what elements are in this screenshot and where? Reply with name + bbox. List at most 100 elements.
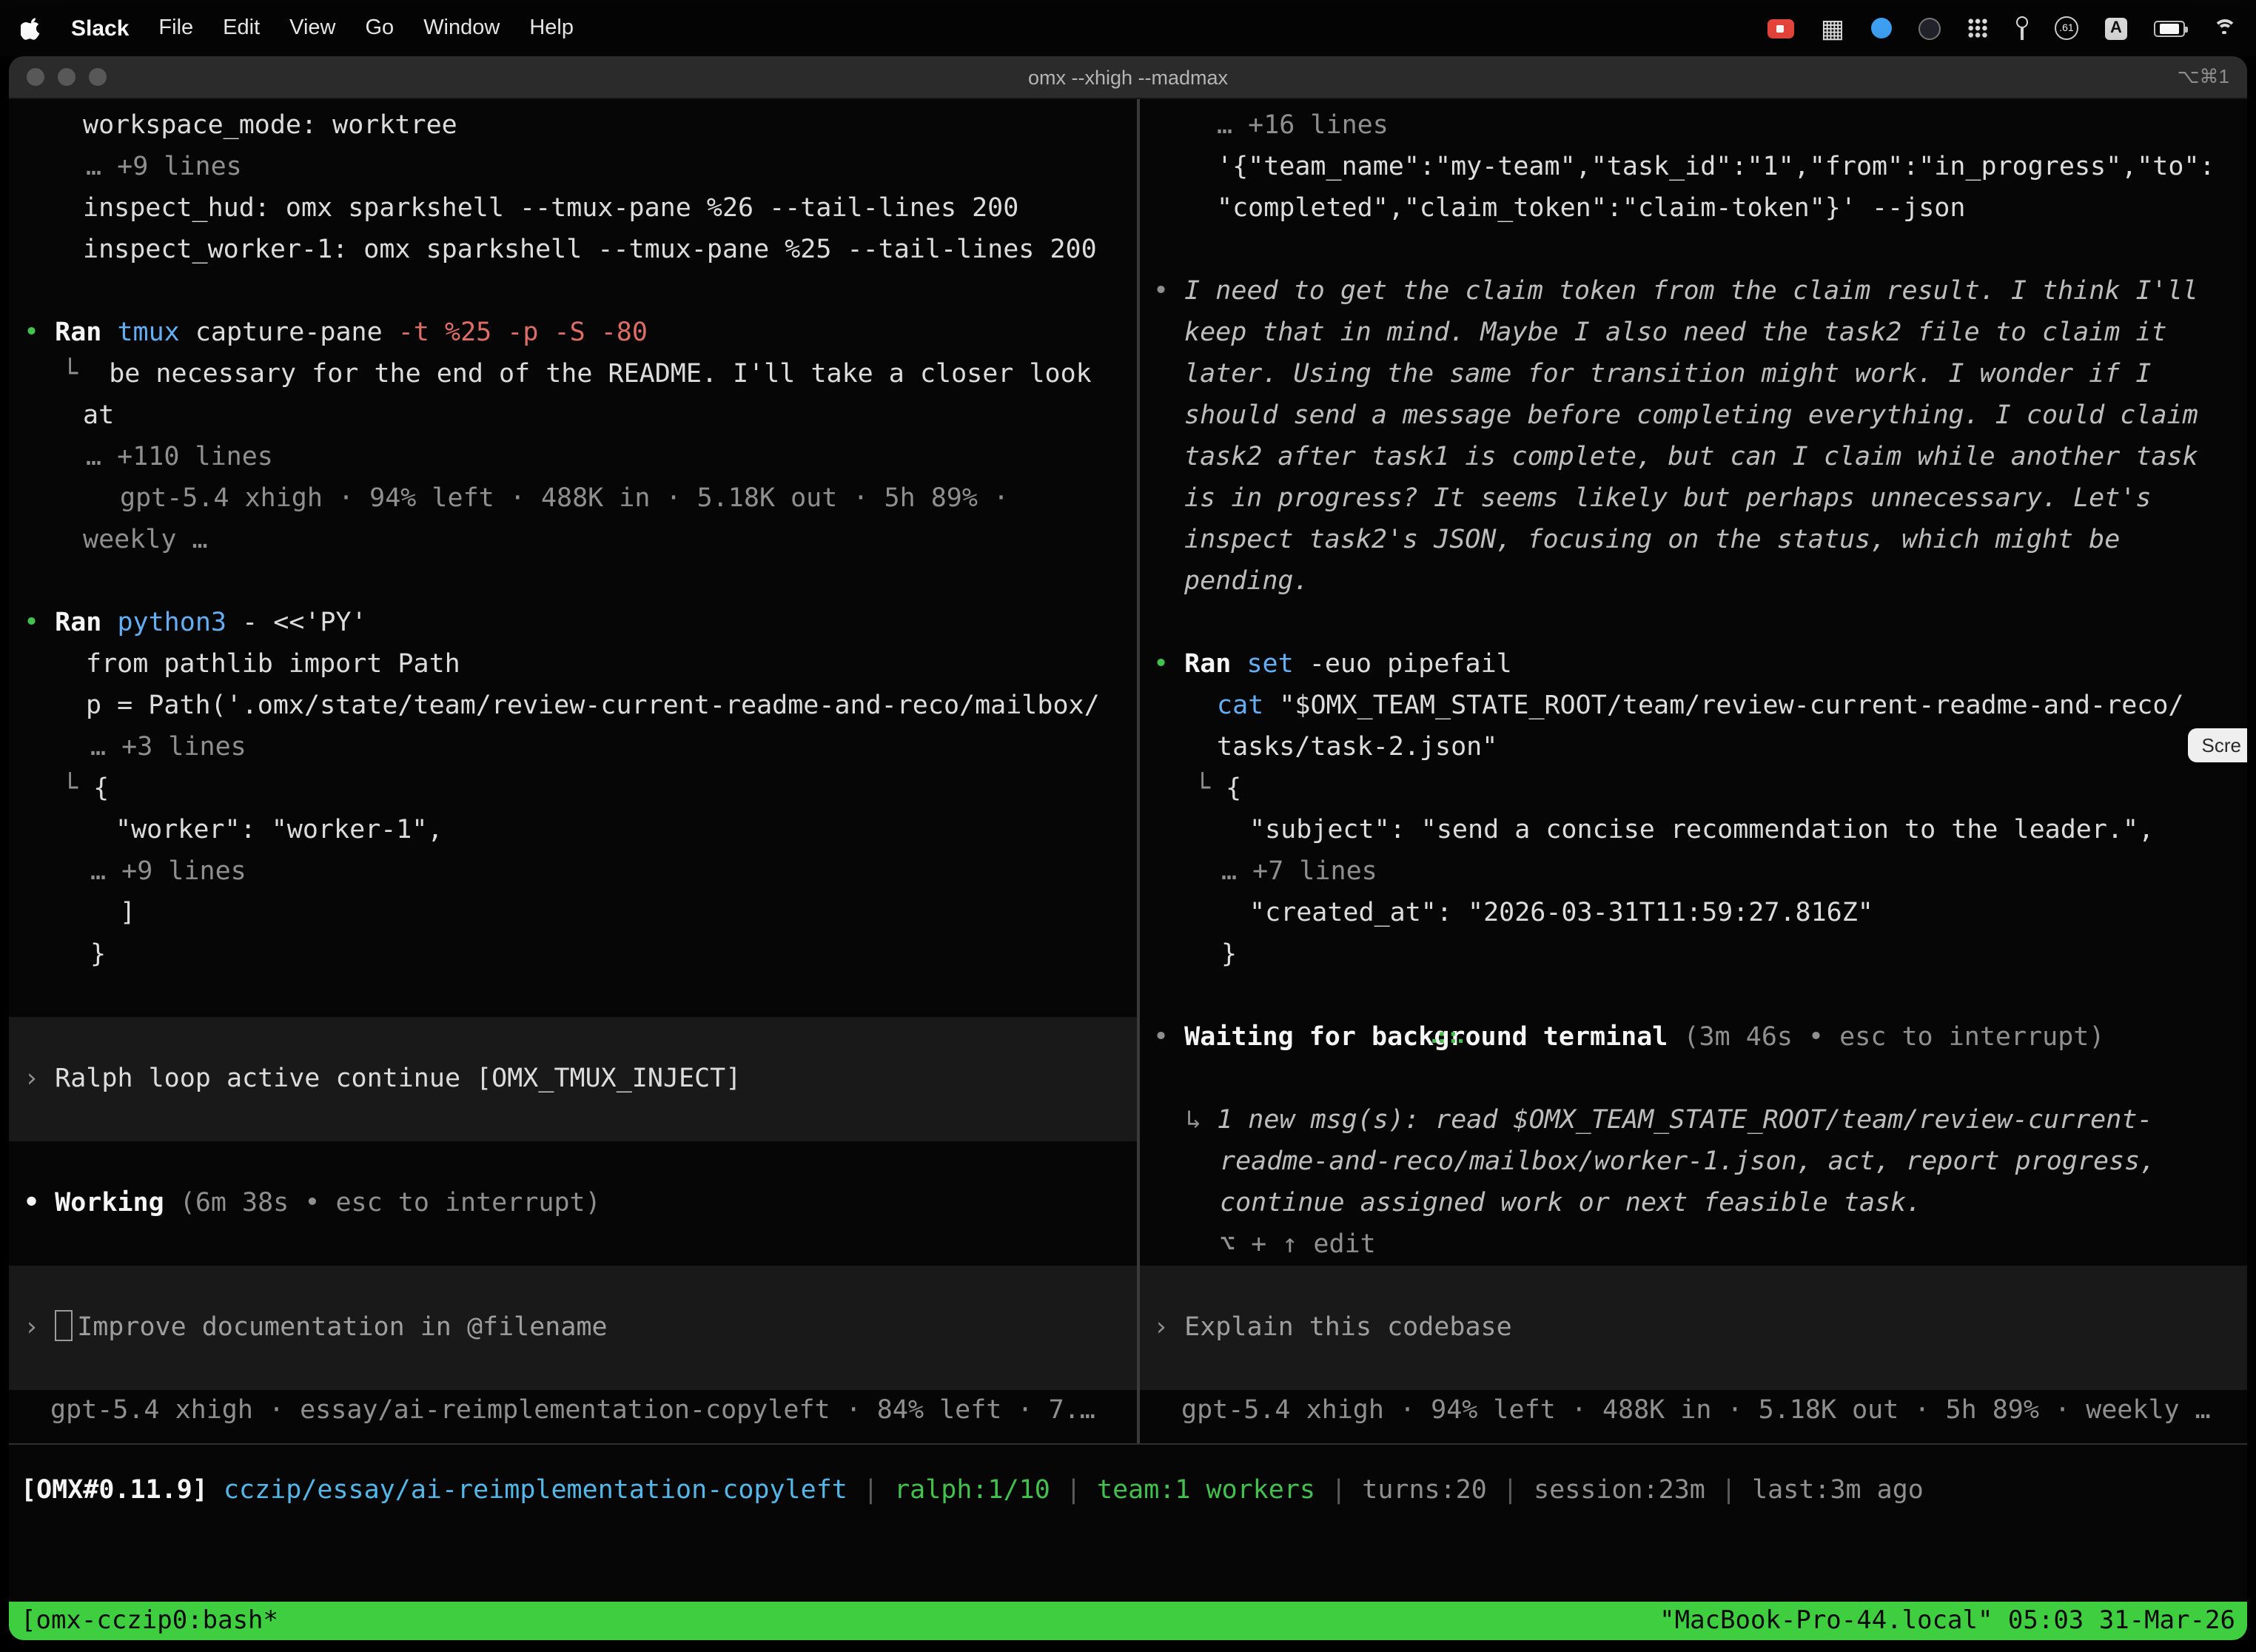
minimize-button[interactable] bbox=[58, 68, 75, 86]
dark-app-icon[interactable] bbox=[1918, 17, 1941, 39]
menu-help[interactable]: Help bbox=[529, 16, 574, 40]
apple-menu-icon[interactable] bbox=[21, 16, 41, 40]
blank-line bbox=[1140, 1058, 2247, 1100]
tmux-host-clock: "MacBook-Pro-44.local" 05:03 31-Mar-26 bbox=[1659, 1606, 2235, 1636]
input-source-icon[interactable]: A bbox=[2105, 17, 2127, 39]
blank-line bbox=[1140, 976, 2247, 1017]
battery-fill bbox=[2161, 23, 2178, 33]
terminal-line: inspect_worker-1: omx sparkshell --tmux-… bbox=[9, 229, 1137, 271]
omx-status-line: [OMX#0.11.9] cczip/essay/ai-reimplementa… bbox=[21, 1470, 2235, 1511]
close-button[interactable] bbox=[27, 68, 44, 86]
terminal-line: should send a message before completing … bbox=[1140, 395, 2247, 437]
terminal-line: "created_at": "2026-03-31T11:59:27.816Z" bbox=[1140, 893, 2247, 934]
window-title: omx --xhigh --madmax bbox=[9, 66, 2247, 88]
terminal-line: from pathlib import Path bbox=[9, 644, 1137, 685]
terminal-line: tasks/task-2.json" bbox=[1140, 727, 2247, 768]
tmux-panes: workspace_mode: worktree… +9 linesinspec… bbox=[9, 99, 2247, 1445]
terminal-line: … +16 lines bbox=[1140, 105, 2247, 147]
terminal-pane-right[interactable]: … +16 lines'{"team_name":"my-team","task… bbox=[1140, 99, 2247, 1443]
prompt-band[interactable]: › Ralph loop active continue [OMX_TMUX_I… bbox=[9, 1017, 1137, 1141]
terminal-line: "worker": "worker-1", bbox=[9, 810, 1137, 851]
menu-window[interactable]: Window bbox=[423, 16, 500, 40]
blank-line bbox=[9, 271, 1137, 312]
terminal-line: inspect task2's JSON, focusing on the st… bbox=[1140, 520, 2247, 561]
terminal-line: weekly … bbox=[9, 520, 1137, 561]
terminal-line: ↳ 1 new msg(s): read $OMX_TEAM_STATE_ROO… bbox=[1140, 1100, 2247, 1141]
terminal-line: gpt-5.4 xhigh · essay/ai-reimplementatio… bbox=[9, 1390, 1137, 1431]
spinner-overlay: ⠴⠦ bbox=[1429, 1017, 1466, 1058]
terminal-line: "subject": "send a concise recommendatio… bbox=[1140, 810, 2247, 851]
prompt-band[interactable]: › Explain this codebase bbox=[1140, 1266, 2247, 1390]
terminal-line: • Waiting for background terminal (3m 46… bbox=[1140, 1017, 2247, 1058]
blank-line bbox=[9, 1141, 1137, 1183]
terminal-line: … +3 lines bbox=[9, 727, 1137, 768]
menu-file[interactable]: File bbox=[158, 16, 193, 40]
terminal-line: workspace_mode: worktree bbox=[9, 105, 1137, 147]
table-grid-icon[interactable] bbox=[1821, 16, 1844, 41]
screen: Slack File Edit View Go Window Help .61 A omx… bbox=[0, 0, 2256, 1652]
swift-icon[interactable] bbox=[1871, 18, 1892, 38]
terminal-line: inspect_hud: omx sparkshell --tmux-pane … bbox=[9, 188, 1137, 229]
screenshot-tooltip[interactable]: Scre bbox=[2189, 728, 2247, 762]
wifi-icon[interactable] bbox=[2212, 19, 2235, 38]
terminal-line: "completed","claim_token":"claim-token"}… bbox=[1140, 188, 2247, 229]
terminal-line: continue assigned work or next feasible … bbox=[1140, 1183, 2247, 1224]
terminal-line: gpt-5.4 xhigh · 94% left · 488K in · 5.1… bbox=[9, 478, 1137, 520]
tmux-status-bar: [omx-cczip0:bash* "MacBook-Pro-44.local"… bbox=[9, 1602, 2247, 1640]
block-cursor bbox=[55, 1310, 73, 1341]
terminal-line: pending. bbox=[1140, 561, 2247, 602]
terminal-line: later. Using the same for transition mig… bbox=[1140, 354, 2247, 395]
window-controls bbox=[9, 68, 107, 86]
terminal-line: '{"team_name":"my-team","task_id":"1","f… bbox=[1140, 147, 2247, 188]
terminal-line: › Ralph loop active continue [OMX_TMUX_I… bbox=[9, 1058, 1137, 1100]
terminal-line: p = Path('.omx/state/team/review-current… bbox=[9, 685, 1137, 727]
tmux-session-info: [omx-cczip0:bash* bbox=[21, 1606, 278, 1636]
prompt-band[interactable]: › Improve documentation in @filename bbox=[9, 1266, 1137, 1390]
menu-edit[interactable]: Edit bbox=[223, 16, 260, 40]
terminal-line: keep that in mind. Maybe I also need the… bbox=[1140, 312, 2247, 354]
terminal-line: at bbox=[9, 395, 1137, 437]
terminal-pane-left[interactable]: workspace_mode: worktree… +9 linesinspec… bbox=[9, 99, 1137, 1443]
terminal-line: … +7 lines bbox=[1140, 851, 2247, 893]
terminal-line: └ be necessary for the end of the README… bbox=[9, 354, 1137, 395]
key-icon[interactable] bbox=[2015, 16, 2028, 40]
app-menu-slack[interactable]: Slack bbox=[71, 16, 129, 41]
terminal-line: └ { bbox=[9, 768, 1137, 810]
terminal-line: } bbox=[9, 934, 1137, 976]
stop-square bbox=[1777, 24, 1785, 32]
terminal-line: └ { bbox=[1140, 768, 2247, 810]
menu-bar-menus: File Edit View Go Window Help bbox=[158, 16, 574, 40]
gauge-icon[interactable]: .61 bbox=[2055, 16, 2078, 40]
blank-line bbox=[1140, 602, 2247, 644]
zoom-button[interactable] bbox=[89, 68, 107, 86]
terminal-line: • Ran tmux capture-pane -t %25 -p -S -80 bbox=[9, 312, 1137, 354]
terminal-line: › Explain this codebase bbox=[1140, 1307, 2247, 1349]
terminal-line: is in progress? It seems likely but perh… bbox=[1140, 478, 2247, 520]
menu-bar-left: Slack File Edit View Go Window Help bbox=[21, 16, 574, 41]
blank-line bbox=[1140, 229, 2247, 271]
terminal-window: omx --xhigh --madmax ⌥⌘1 workspace_mode:… bbox=[9, 56, 2247, 1640]
terminal-line: … +110 lines bbox=[9, 437, 1137, 478]
screen-recording-stop-icon[interactable] bbox=[1767, 19, 1794, 38]
terminal-line: ⌥ + ↑ edit bbox=[1140, 1224, 2247, 1266]
terminal-line: cat "$OMX_TEAM_STATE_ROOT/team/review-cu… bbox=[1140, 685, 2247, 727]
terminal-line: readme-and-reco/mailbox/worker-1.json, a… bbox=[1140, 1141, 2247, 1183]
menu-bar: Slack File Edit View Go Window Help .61 A bbox=[0, 0, 2256, 56]
window-titlebar: omx --xhigh --madmax ⌥⌘1 bbox=[9, 56, 2247, 99]
menu-view[interactable]: View bbox=[289, 16, 335, 40]
terminal-line: ] bbox=[9, 893, 1137, 934]
terminal-line: • Working (6m 38s • esc to interrupt) bbox=[9, 1183, 1137, 1224]
battery-icon[interactable] bbox=[2154, 20, 2185, 36]
terminal-line: … +9 lines bbox=[9, 147, 1137, 188]
dots-grid-icon[interactable] bbox=[1967, 18, 1988, 38]
terminal-line: … +9 lines bbox=[9, 851, 1137, 893]
menu-go[interactable]: Go bbox=[366, 16, 395, 40]
blank-line bbox=[9, 976, 1137, 1017]
terminal-line: task2 after task1 is complete, but can I… bbox=[1140, 437, 2247, 478]
terminal-line: › Improve documentation in @filename bbox=[9, 1307, 1137, 1349]
terminal-line: • Ran set -euo pipefail bbox=[1140, 644, 2247, 685]
blank-line bbox=[9, 561, 1137, 602]
terminal-line: } bbox=[1140, 934, 2247, 976]
window-shortcut-hint: ⌥⌘1 bbox=[2178, 65, 2229, 89]
terminal-line: • Ran python3 - <<'PY' bbox=[9, 602, 1137, 644]
